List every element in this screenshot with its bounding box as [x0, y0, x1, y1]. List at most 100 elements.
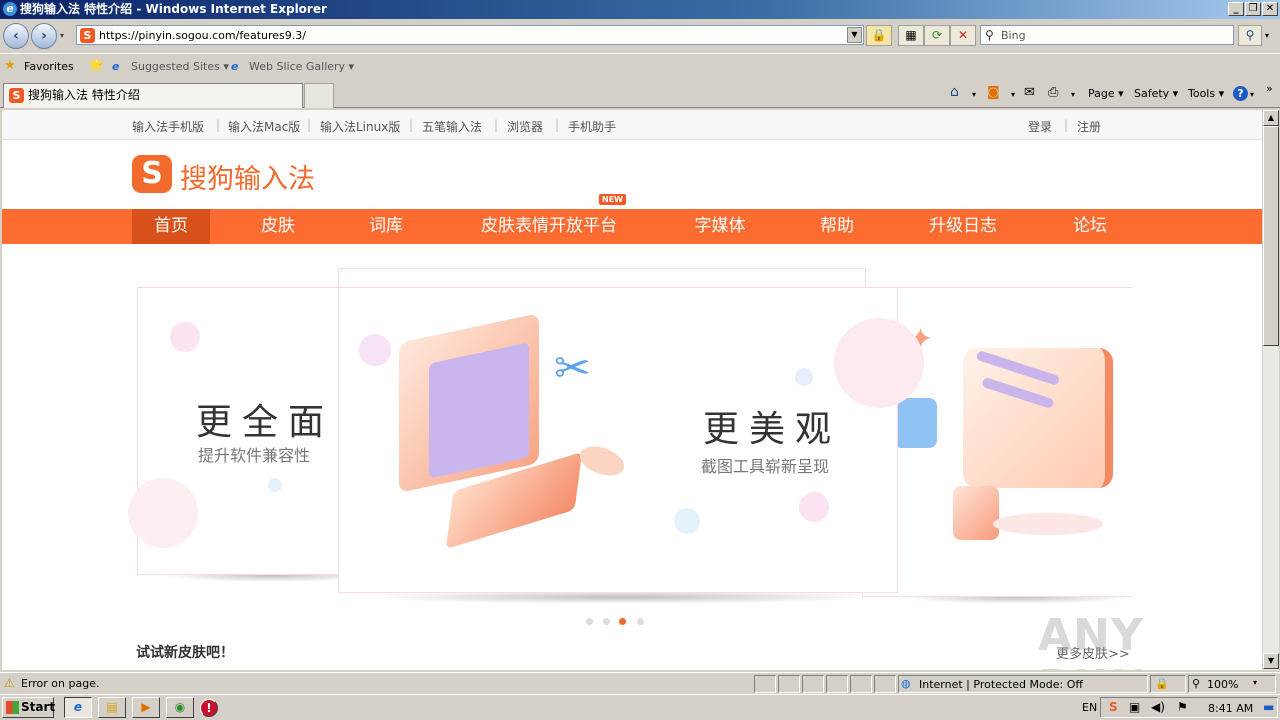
more-commands-icon[interactable]: »	[1266, 82, 1273, 95]
history-dropdown-icon[interactable]: ▾	[60, 31, 64, 40]
separator: |	[216, 118, 221, 132]
zoom-segment[interactable]: ⚲ 100% ▾	[1188, 675, 1276, 693]
show-desktop-icon[interactable]: ▬	[1263, 700, 1274, 714]
taskbar-chrome-icon[interactable]: ◉	[166, 697, 194, 718]
new-badge: NEW	[599, 194, 626, 205]
tools-menu[interactable]: Tools ▾	[1188, 87, 1224, 100]
safety-menu[interactable]: Safety ▾	[1134, 87, 1178, 100]
link-wubi-ime[interactable]: 五笔输入法	[422, 118, 482, 135]
language-indicator[interactable]: EN	[1082, 701, 1097, 714]
address-bar[interactable]: S https://pinyin.sogou.com/features9.3/ …	[76, 25, 864, 45]
carousel-dot-1[interactable]	[586, 618, 593, 625]
status-message[interactable]: Error on page.	[21, 677, 99, 690]
help-icon[interactable]: ?	[1233, 86, 1248, 101]
link-browser[interactable]: 浏览器	[507, 118, 543, 135]
window-title: 搜狗输入法 特性介绍 - Windows Internet Explorer	[20, 2, 327, 16]
scroll-up-icon[interactable]: ▲	[1263, 110, 1279, 126]
close-window-button[interactable]: ✕	[1262, 2, 1278, 16]
suggested-sites-link[interactable]: Suggested Sites ▾	[131, 60, 229, 73]
volume-icon[interactable]: ◀)	[1151, 700, 1165, 714]
compatibility-view-icon[interactable]: ▦	[898, 25, 924, 46]
separator: |	[307, 118, 312, 132]
address-dropdown-icon[interactable]: ▼	[847, 27, 862, 43]
link-mobile-ime[interactable]: 输入法手机版	[132, 118, 204, 135]
nav-open-platform[interactable]: 皮肤表情开放平台	[464, 209, 634, 244]
lock-icon[interactable]: 🔒	[866, 25, 892, 46]
search-placeholder: Bing	[1001, 29, 1026, 42]
feeds-dropdown-icon[interactable]: ▾	[1011, 90, 1015, 99]
link-phone-assistant[interactable]: 手机助手	[568, 118, 616, 135]
zone-segment[interactable]: ◍ Internet | Protected Mode: Off	[898, 675, 1148, 693]
start-button[interactable]: Start	[2, 697, 56, 718]
refresh-icon[interactable]: ⟳	[924, 25, 950, 46]
scroll-down-icon[interactable]: ▼	[1263, 653, 1279, 669]
print-dropdown-icon[interactable]: ▾	[1071, 90, 1075, 99]
help-dropdown-icon[interactable]: ▾	[1250, 90, 1254, 99]
print-icon[interactable]: ⎙	[1048, 85, 1058, 100]
carousel-dot-3-active[interactable]	[619, 618, 626, 625]
register-link[interactable]: 注册	[1077, 118, 1101, 135]
start-label: Start	[21, 700, 56, 714]
nav-help[interactable]: 帮助	[802, 209, 872, 244]
warning-icon[interactable]: ⚠	[4, 676, 15, 690]
web-slice-gallery-link[interactable]: Web Slice Gallery ▾	[249, 60, 354, 73]
separator: |	[409, 118, 414, 132]
link-linux-ime[interactable]: 输入法Linux版	[320, 118, 400, 135]
zoom-icon: ⚲	[1192, 677, 1201, 690]
nav-word-media[interactable]: 字媒体	[678, 209, 762, 244]
search-input[interactable]: ⚲ Bing	[980, 25, 1234, 45]
ie-page-icon: e	[231, 60, 239, 73]
more-skins-link[interactable]: 更多皮肤>>	[1056, 643, 1130, 662]
login-link[interactable]: 登录	[1028, 118, 1052, 135]
back-button[interactable]: ‹	[3, 23, 29, 49]
nav-forum[interactable]: 论坛	[1055, 209, 1125, 244]
nav-changelog[interactable]: 升级日志	[917, 209, 1009, 244]
carousel-dot-4[interactable]	[637, 618, 644, 625]
nav-home[interactable]: 首页	[132, 209, 210, 244]
browser-tab-active[interactable]: S 搜狗输入法 特性介绍	[3, 83, 303, 108]
action-center-flag-icon[interactable]: ⚑	[1177, 700, 1188, 714]
address-url[interactable]: https://pinyin.sogou.com/features9.3/	[99, 29, 306, 42]
protected-mode-segment[interactable]: 🔒	[1150, 675, 1186, 693]
maximize-button[interactable]: ❐	[1245, 2, 1261, 16]
taskbar-explorer-icon[interactable]: ▤	[98, 697, 126, 718]
new-tab-button[interactable]	[304, 83, 334, 108]
feeds-icon[interactable]: ◙	[987, 85, 1000, 100]
screen-illustration	[429, 342, 529, 479]
decor-bubble	[834, 318, 924, 408]
forward-button[interactable]: ›	[31, 23, 57, 49]
home-icon[interactable]: ⌂	[950, 84, 959, 100]
link-mac-ime[interactable]: 输入法Mac版	[228, 118, 300, 135]
home-dropdown-icon[interactable]: ▾	[972, 90, 976, 99]
carousel-slide-center[interactable]: ✂ 更美观 截图工具崭新呈现	[338, 287, 924, 593]
favorites-button[interactable]: Favorites	[24, 60, 74, 73]
add-to-favorites-icon[interactable]: ⭐	[88, 58, 104, 73]
network-icon[interactable]: ▣	[1129, 700, 1140, 714]
status-bar: ⚠ Error on page. ◍ Internet | Protected …	[0, 672, 1280, 694]
sogou-tray-icon[interactable]: S	[1109, 700, 1118, 714]
taskbar-stop-icon[interactable]: !	[200, 699, 218, 717]
page-menu[interactable]: Page ▾	[1088, 87, 1124, 100]
favorites-star-icon: ★	[4, 58, 16, 73]
slide-title-left: 更全面	[196, 402, 335, 443]
nav-dictionary[interactable]: 词库	[350, 209, 422, 244]
mail-icon[interactable]: ✉	[1024, 85, 1035, 100]
minimize-button[interactable]: _	[1228, 2, 1244, 16]
security-lock-icon: 🔒	[1155, 677, 1169, 690]
status-segment	[850, 675, 872, 693]
separator: |	[555, 118, 560, 132]
search-options-icon[interactable]: ▾	[1265, 31, 1269, 40]
taskbar-media-player-icon[interactable]: ▶	[132, 697, 160, 718]
vertical-scrollbar[interactable]: ▲ ▼	[1262, 110, 1279, 670]
status-segment	[826, 675, 848, 693]
stop-icon[interactable]: ✕	[950, 25, 976, 46]
windows-logo-icon	[6, 701, 19, 714]
taskbar-ie-icon[interactable]: e	[64, 697, 92, 718]
zoom-level: 100%	[1207, 678, 1239, 691]
carousel-dot-2[interactable]	[603, 618, 610, 625]
slide-title-center: 更美观	[703, 409, 842, 450]
search-button[interactable]: ⚲	[1238, 25, 1262, 46]
nav-skins[interactable]: 皮肤	[242, 209, 314, 244]
scroll-thumb[interactable]	[1263, 126, 1279, 346]
clock[interactable]: 8:41 AM	[1208, 702, 1253, 715]
